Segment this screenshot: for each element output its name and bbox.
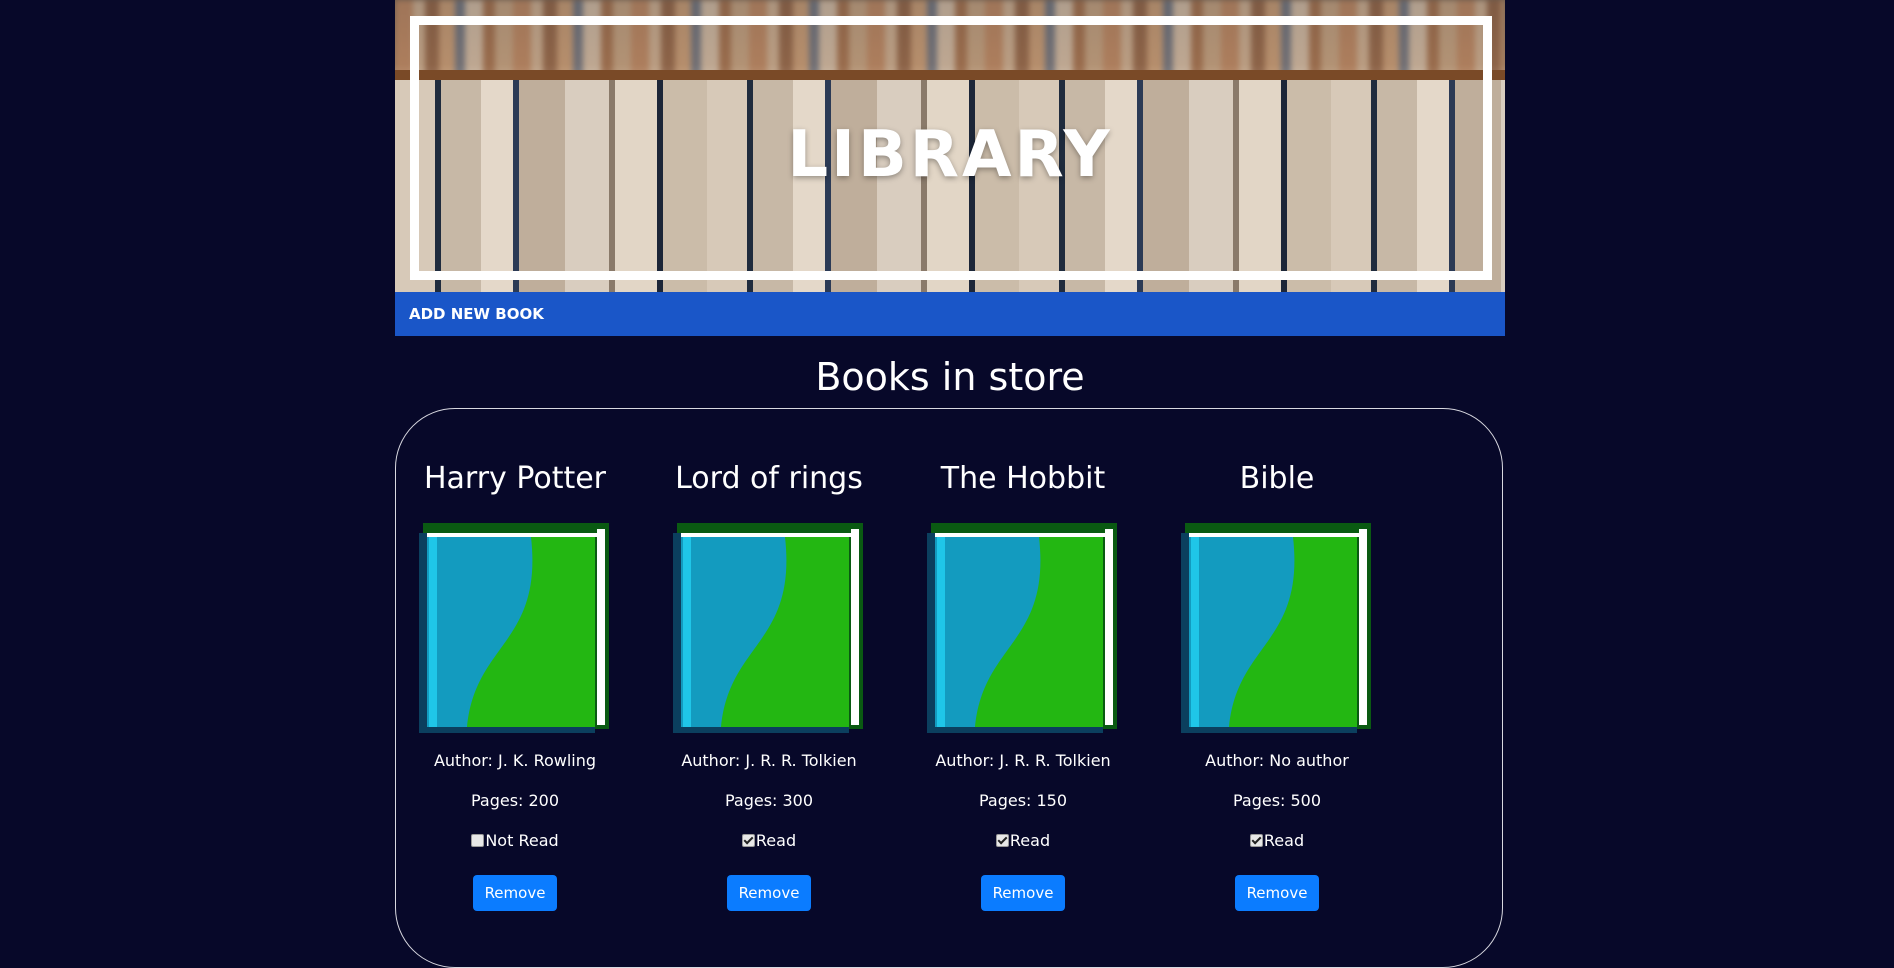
book-pages: Pages: 150 — [978, 791, 1068, 810]
add-new-book-link[interactable]: ADD NEW BOOK — [409, 305, 544, 323]
nav-bar: ADD NEW BOOK — [395, 292, 1505, 336]
book-card: Lord of rings Author: J. R. R. Tolkien P… — [664, 461, 874, 911]
book-cover-icon — [673, 523, 863, 733]
remove-button[interactable]: Remove — [726, 875, 812, 911]
book-pages: Pages: 300 — [724, 791, 814, 810]
section-title: Books in store — [815, 355, 1085, 399]
read-checkbox[interactable] — [741, 833, 755, 847]
read-checkbox[interactable] — [995, 833, 1009, 847]
book-title: Bible — [1239, 461, 1315, 496]
book-cover-icon — [927, 523, 1117, 733]
read-label: Read — [1009, 831, 1051, 850]
read-label: Read — [755, 831, 797, 850]
book-card: Bible Author: No author Pages: 500 Read … — [1172, 461, 1382, 911]
book-author: Author: No author — [1205, 751, 1349, 770]
book-author: Author: J. R. R. Tolkien — [681, 751, 857, 770]
read-label: Read — [1263, 831, 1305, 850]
read-label: Not Read — [485, 831, 559, 850]
books-container: Harry Potter Author: J. K. Rowling Pages… — [395, 408, 1503, 968]
book-author: Author: J. R. R. Tolkien — [935, 751, 1111, 770]
book-pages: Pages: 500 — [1232, 791, 1322, 810]
book-cover-icon — [1181, 523, 1371, 733]
remove-button[interactable]: Remove — [1234, 875, 1320, 911]
hero-title: LIBRARY — [787, 118, 1113, 192]
read-status: Read — [664, 831, 874, 851]
read-checkbox[interactable] — [1249, 833, 1263, 847]
book-card: Harry Potter Author: J. K. Rowling Pages… — [410, 461, 620, 911]
remove-button[interactable]: Remove — [472, 875, 558, 911]
remove-button[interactable]: Remove — [980, 875, 1066, 911]
read-checkbox[interactable] — [471, 833, 485, 847]
book-title: Lord of rings — [675, 461, 863, 496]
book-pages: Pages: 200 — [470, 791, 560, 810]
read-status: Read — [1172, 831, 1382, 851]
book-cover-icon — [419, 523, 609, 733]
book-card: The Hobbit Author: J. R. R. Tolkien Page… — [918, 461, 1128, 911]
book-title: The Hobbit — [940, 461, 1106, 496]
hero-banner: LIBRARY — [395, 0, 1505, 292]
page: LIBRARY ADD NEW BOOK Books in store Harr… — [395, 0, 1505, 968]
book-title: Harry Potter — [423, 461, 607, 496]
read-status: Not Read — [410, 831, 620, 851]
book-author: Author: J. K. Rowling — [433, 751, 597, 770]
read-status: Read — [918, 831, 1128, 851]
